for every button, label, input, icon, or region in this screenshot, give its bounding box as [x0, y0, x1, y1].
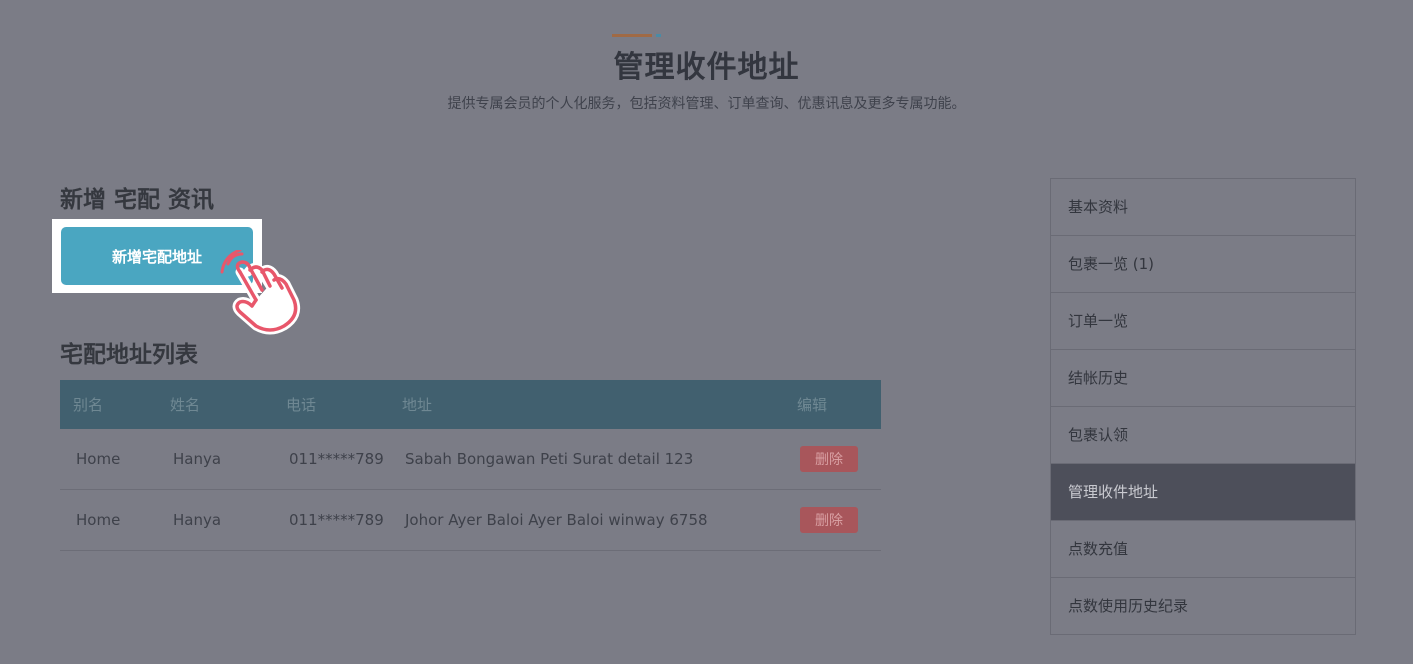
sidebar-item-orders[interactable]: 订单一览	[1051, 293, 1355, 350]
cell-name: Hanya	[157, 489, 273, 551]
delete-button[interactable]: 删除	[800, 507, 858, 533]
page-title: 管理收件地址	[613, 50, 800, 85]
address-list-section-title: 宅配地址列表	[60, 342, 198, 368]
column-header-name: 姓名	[170, 396, 201, 414]
sidebar-item-checkout-history[interactable]: 结帐历史	[1051, 350, 1355, 407]
sidebar-item-manage-addresses[interactable]: 管理收件地址	[1051, 464, 1355, 521]
cell-alias: Home	[60, 489, 157, 551]
title-accent-bar	[612, 34, 652, 37]
member-side-menu: 基本资料 包裹一览 (1) 订单一览 结帐历史 包裹认领 管理收件地址 点数充值…	[1050, 178, 1356, 635]
sidebar-item-packages[interactable]: 包裹一览 (1)	[1051, 236, 1355, 293]
table-row: Home Hanya 011*****789 Johor Ayer Baloi …	[60, 489, 881, 551]
cell-phone: 011*****789	[273, 489, 389, 551]
title-accent-dot	[656, 34, 661, 37]
column-header-alias: 别名	[73, 396, 104, 414]
hand-pointer-icon	[220, 250, 301, 335]
column-header-phone: 电话	[286, 396, 317, 414]
sidebar-item-points-history[interactable]: 点数使用历史纪录	[1051, 578, 1355, 634]
add-delivery-section-title: 新增 宅配 资讯	[60, 187, 215, 213]
cell-phone: 011*****789	[273, 429, 389, 490]
address-table: 别名 姓名 电话 地址 编辑 Home Hanya 011*****789 Sa…	[60, 380, 881, 551]
cell-address: Sabah Bongawan Peti Surat detail 123	[389, 429, 784, 490]
sidebar-item-basic-info[interactable]: 基本资料	[1051, 179, 1355, 236]
cell-address: Johor Ayer Baloi Ayer Baloi winway 6758	[389, 489, 784, 551]
table-header-row: 别名 姓名 电话 地址 编辑	[60, 380, 881, 429]
page-subtitle: 提供专属会员的个人化服务，包括资料管理、订单查询、优惠讯息及更多专属功能。	[447, 96, 966, 112]
column-header-address: 地址	[402, 396, 433, 414]
table-row: Home Hanya 011*****789 Sabah Bongawan Pe…	[60, 429, 881, 490]
delete-button[interactable]: 删除	[800, 446, 858, 472]
cell-edit: 删除	[784, 489, 881, 551]
cell-alias: Home	[60, 429, 157, 490]
column-header-edit: 编辑	[797, 396, 828, 414]
sidebar-item-points-topup[interactable]: 点数充值	[1051, 521, 1355, 578]
cell-edit: 删除	[784, 429, 881, 490]
sidebar-item-package-claim[interactable]: 包裹认领	[1051, 407, 1355, 464]
cell-name: Hanya	[157, 429, 273, 490]
